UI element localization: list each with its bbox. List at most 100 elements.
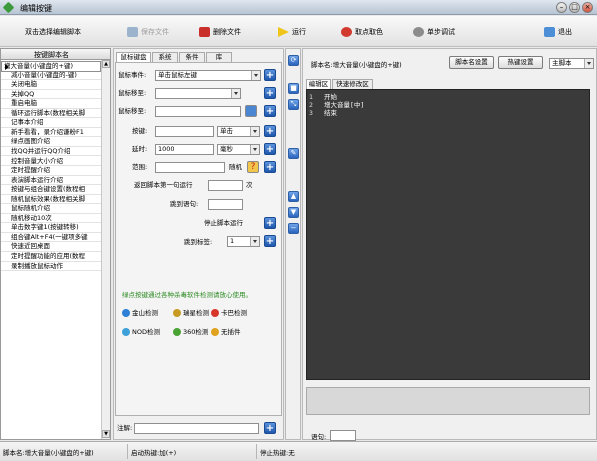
- mouse-move-select[interactable]: [155, 88, 241, 99]
- tab-quick-edit[interactable]: 快速修改区: [332, 79, 373, 89]
- script-line[interactable]: 1 开始: [309, 93, 337, 101]
- range-input[interactable]: [155, 162, 225, 173]
- detection-badge[interactable]: 卡巴检测: [211, 308, 247, 318]
- delay-input[interactable]: 1000: [155, 144, 214, 155]
- detection-label: 卡巴检测: [221, 309, 247, 317]
- add-delay-button[interactable]: +: [264, 143, 276, 155]
- pick-color-button[interactable]: 取点取色: [341, 25, 383, 39]
- detection-badge[interactable]: 360检测: [173, 327, 208, 337]
- detection-badge[interactable]: 金山检测: [122, 308, 158, 318]
- list-item[interactable]: 定时提醒功能的应用(数程: [1, 252, 101, 262]
- delay-unit-select[interactable]: 毫秒: [217, 144, 260, 155]
- key-mode-value: 单击: [220, 127, 233, 135]
- tab-mouse-keyboard[interactable]: 鼠标键盘: [116, 52, 151, 62]
- move-down-icon[interactable]: ▼: [288, 207, 299, 218]
- script-type-value: 主脚本: [552, 59, 572, 67]
- add-mouse-event-button[interactable]: +: [264, 69, 276, 81]
- help-question-icon[interactable]: ?: [247, 161, 259, 173]
- add-range-button[interactable]: +: [264, 161, 276, 173]
- delete-file-button[interactable]: 删除文件: [199, 25, 241, 39]
- add-key-button[interactable]: +: [264, 125, 276, 137]
- status-stop-hotkey: 停止热键:无: [260, 449, 295, 457]
- list-item[interactable]: 绿点画图介绍: [1, 137, 101, 147]
- tab-condition[interactable]: 条件: [179, 52, 205, 62]
- scroll-up-arrow-icon[interactable]: ▲: [102, 60, 110, 68]
- edit-script-button[interactable]: 双击选择编辑脚本: [25, 25, 81, 39]
- script-list-scrollbar[interactable]: ▲ ▼: [101, 60, 110, 439]
- list-item[interactable]: 随机鼠标效果(数程相关脚: [1, 195, 101, 205]
- step-debug-icon: [413, 27, 424, 37]
- stop-square-icon[interactable]: ■: [288, 83, 299, 94]
- status-start-hotkey: 启动热键:加(+): [131, 449, 177, 457]
- mouse-event-select[interactable]: 单击鼠标左键: [155, 70, 261, 81]
- list-item[interactable]: 关闭电脑: [1, 80, 101, 90]
- remove-line-icon[interactable]: −: [288, 223, 299, 234]
- list-item[interactable]: 鼠标随机介绍: [1, 204, 101, 214]
- list-item[interactable]: 找QQ并运行QQ介绍: [1, 147, 101, 157]
- detection-badge[interactable]: 无插件: [211, 327, 241, 337]
- step-debug-label: 单步调试: [427, 28, 455, 36]
- add-jump-button[interactable]: +: [264, 235, 276, 247]
- move-up-icon[interactable]: ▲: [288, 191, 299, 202]
- list-item[interactable]: 快速近回桌面: [1, 242, 101, 252]
- jump-select[interactable]: 1: [227, 236, 260, 247]
- mouse-event-value: 单击鼠标左键: [158, 71, 197, 79]
- key-input[interactable]: [155, 126, 214, 137]
- list-item[interactable]: 关掉QQ: [1, 90, 101, 100]
- tab-library[interactable]: 库: [206, 52, 232, 62]
- list-item[interactable]: 组合键Alt+F4(一键项多键: [1, 233, 101, 243]
- hotkey-settings-button[interactable]: 热键设置: [498, 56, 543, 69]
- scroll-down-arrow-icon[interactable]: ▼: [102, 430, 110, 438]
- clear-icon[interactable]: ⤡: [288, 99, 299, 110]
- mouse-move2-input[interactable]: [155, 106, 241, 117]
- refresh-icon[interactable]: ⟳: [288, 55, 299, 66]
- list-item[interactable]: 记事本介绍: [1, 118, 101, 128]
- maximize-button[interactable]: □: [569, 2, 580, 13]
- run-button[interactable]: 运行: [278, 25, 306, 39]
- pick-position-icon[interactable]: [245, 105, 257, 117]
- add-comment-button[interactable]: +: [264, 422, 276, 434]
- loop-count-input[interactable]: [208, 180, 243, 191]
- goto-input[interactable]: [208, 199, 243, 210]
- add-mouse-move2-button[interactable]: +: [264, 105, 276, 117]
- list-item[interactable]: 循环运行脚本(数程相关脚: [1, 109, 101, 119]
- script-editor[interactable]: 1 开始 2 增大音量[中] 3 结束: [306, 89, 590, 380]
- key-mode-select[interactable]: 单击: [217, 126, 260, 137]
- statement-label: 语句:: [311, 433, 327, 441]
- list-item[interactable]: 控制音量大小介绍: [1, 157, 101, 166]
- list-item-label: 找QQ并运行QQ介绍: [11, 146, 71, 155]
- list-item[interactable]: 新手看看，录介绍谦粉F1: [1, 128, 101, 138]
- tab-system[interactable]: 系统: [152, 52, 178, 62]
- list-item[interactable]: 单击数字键1(按键转移): [1, 223, 101, 233]
- comment-input[interactable]: [134, 423, 259, 434]
- close-button[interactable]: ×: [582, 2, 593, 13]
- run-label: 运行: [292, 28, 306, 36]
- detection-badge[interactable]: NOD检测: [122, 327, 160, 337]
- list-item[interactable]: 按键与组合键设置(数程相: [1, 185, 101, 195]
- list-item[interactable]: 重启电脑: [1, 99, 101, 109]
- script-line[interactable]: 3 结束: [309, 109, 337, 117]
- edit-pencil-icon[interactable]: ✎: [288, 148, 299, 159]
- list-item[interactable]: 定时提醒介绍: [1, 166, 101, 176]
- list-item[interactable]: 减小音量(小键盘的-键): [1, 71, 101, 81]
- add-stop-button[interactable]: +: [264, 217, 276, 229]
- save-file-button[interactable]: 保存文件: [127, 25, 169, 39]
- statement-input[interactable]: [330, 430, 356, 441]
- script-line[interactable]: 2 增大音量[中]: [309, 101, 364, 109]
- mouse-event-label: 鼠标事件:: [118, 71, 147, 79]
- exit-button[interactable]: 退出: [544, 25, 572, 39]
- list-item[interactable]: 随机移动10次: [1, 214, 101, 224]
- step-debug-button[interactable]: 单步调试: [413, 25, 455, 39]
- tab-edit-area[interactable]: 编辑区: [306, 79, 331, 89]
- detection-badge[interactable]: 瑞星检测: [173, 308, 209, 318]
- list-item-label: 表演脚本运行介绍: [11, 175, 63, 184]
- list-item[interactable]: 表演脚本运行介绍: [1, 176, 101, 186]
- list-item[interactable]: 录制播放鼠标动作: [1, 262, 101, 272]
- script-list-panel: 按键脚本名 增大音量(小键盘的+键) 减小音量(小键盘的-键) 关闭电脑 关掉QQ 重启…: [0, 48, 111, 440]
- add-mouse-move-button[interactable]: +: [264, 87, 276, 99]
- detection-label: NOD检测: [132, 328, 160, 336]
- minimize-button[interactable]: –: [556, 2, 567, 13]
- script-type-select[interactable]: 主脚本: [549, 58, 594, 69]
- editor-info-area: [306, 387, 590, 415]
- script-name-settings-button[interactable]: 脚本名设置: [449, 56, 494, 69]
